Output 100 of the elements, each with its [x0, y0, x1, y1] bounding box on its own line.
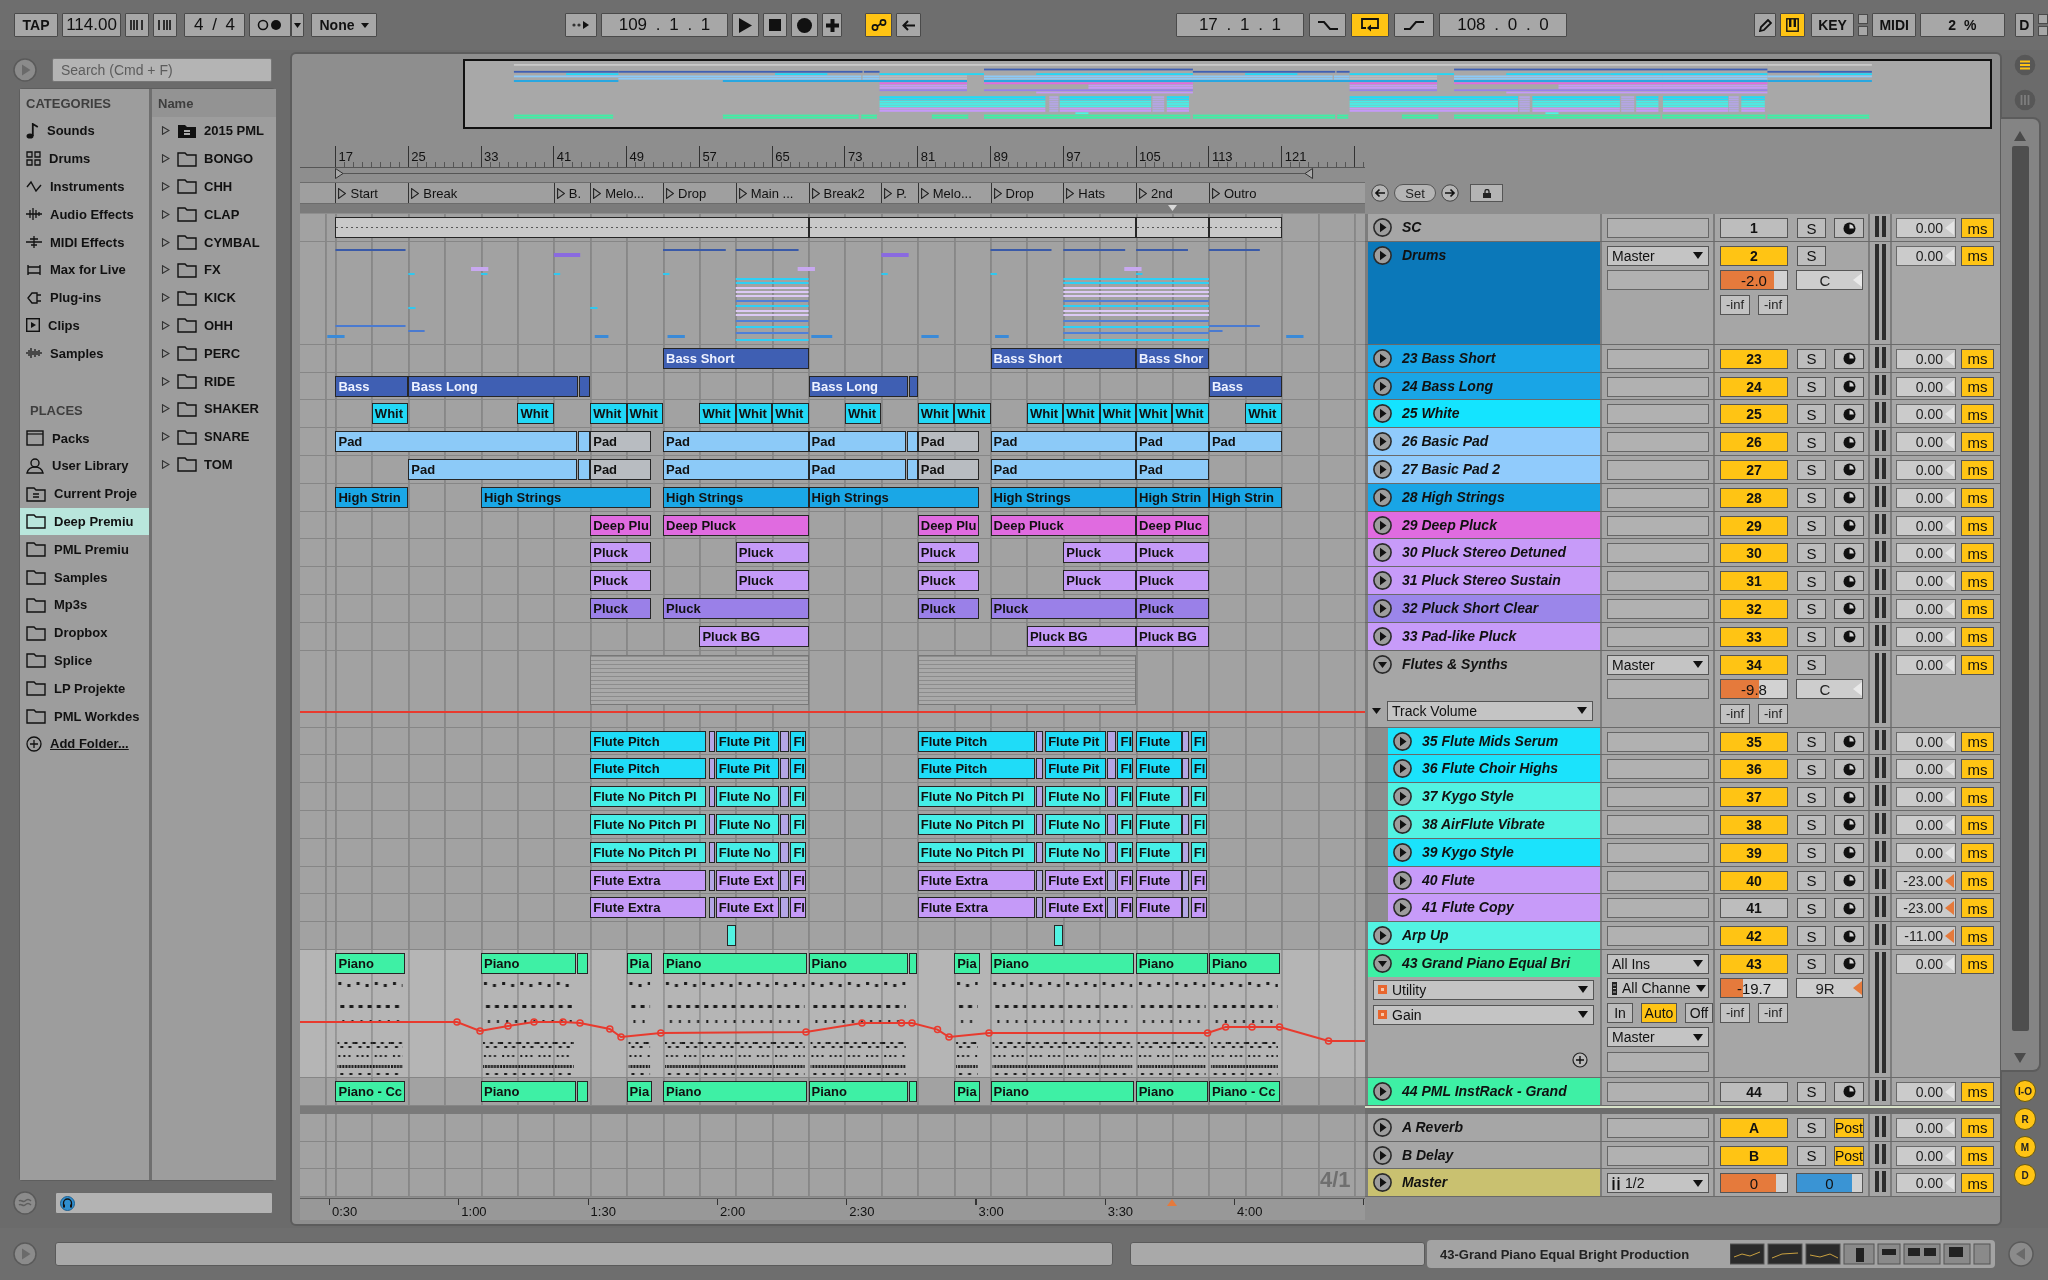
delay-field[interactable]: 0.00 [1896, 1145, 1956, 1166]
delay-unit-button[interactable]: ms [1961, 842, 1994, 863]
clip[interactable]: Whit [1099, 403, 1137, 425]
clip[interactable]: Whit [844, 403, 882, 425]
browser-item[interactable]: Dropbox [20, 618, 149, 647]
browser-item[interactable]: Clips [20, 311, 149, 340]
solo-button[interactable]: S [1797, 842, 1826, 863]
clip[interactable]: Deep Pluck [990, 514, 1137, 536]
arm-button[interactable] [1834, 953, 1864, 974]
time-signature-field[interactable]: 4 / 4 [184, 13, 245, 37]
solo-button[interactable]: S [1797, 1145, 1826, 1166]
locator[interactable]: 2nd [1136, 183, 1209, 203]
triangle-circle-icon[interactable] [1373, 1081, 1392, 1101]
empty-field[interactable] [1607, 842, 1709, 863]
empty-field[interactable] [1607, 1081, 1709, 1102]
clip[interactable]: Fl [790, 813, 806, 835]
empty-field[interactable] [1607, 926, 1709, 947]
track-title-bar[interactable]: 38 AirFlute Vibrate [1388, 810, 1600, 838]
clip[interactable]: Flute Ext [1045, 869, 1107, 891]
midi-map-button[interactable]: MIDI [1872, 13, 1917, 37]
clip[interactable] [1182, 758, 1189, 780]
clip[interactable]: Flute No [715, 841, 780, 863]
expand-triangle-icon[interactable] [161, 320, 170, 330]
clip[interactable] [808, 217, 1137, 238]
expand-triangle-icon[interactable] [161, 459, 170, 469]
track-title-bar[interactable]: 35 Flute Mids Serum [1388, 727, 1600, 755]
clip[interactable]: Flute [1136, 869, 1182, 891]
arm-button[interactable] [1834, 487, 1864, 508]
delay-field[interactable]: 0.00 [1896, 432, 1956, 453]
clip[interactable]: High Strings [663, 486, 809, 508]
expand-triangle-icon[interactable] [161, 376, 170, 386]
monitor-button[interactable]: In [1607, 1002, 1633, 1023]
triangle-circle-icon[interactable] [1373, 404, 1392, 424]
clip[interactable] [909, 952, 917, 974]
empty-field[interactable] [1607, 759, 1709, 780]
triangle-circle-icon[interactable] [1373, 1173, 1392, 1193]
clip[interactable] [1182, 786, 1189, 808]
solo-button[interactable]: S [1797, 787, 1826, 808]
delay-unit-button[interactable]: ms [1961, 759, 1994, 780]
loop-button[interactable] [1351, 13, 1389, 37]
delay-unit-button[interactable]: ms [1961, 404, 1994, 425]
clip[interactable]: Flute No Pitch Pl [590, 813, 706, 835]
empty-field[interactable] [1607, 787, 1709, 808]
expand-triangle-icon[interactable] [161, 182, 170, 191]
clip[interactable] [780, 897, 789, 919]
empty-field[interactable] [1607, 731, 1709, 752]
solo-button[interactable]: S [1797, 759, 1826, 780]
output-chooser[interactable]: Master [1607, 245, 1709, 266]
triangle-circle-icon[interactable] [1373, 571, 1392, 591]
track-activator[interactable]: 26 [1720, 432, 1788, 453]
browser-item[interactable]: Mp3s [20, 590, 149, 619]
empty-field[interactable] [1607, 679, 1709, 700]
delay-unit-button[interactable]: ms [1961, 926, 1994, 947]
arm-button[interactable] [1834, 348, 1864, 369]
clip[interactable]: Bass Short [990, 347, 1137, 369]
clip[interactable] [1036, 730, 1044, 752]
expand-triangle-icon[interactable] [161, 293, 170, 303]
clip[interactable] [1036, 841, 1044, 863]
monitor-button[interactable]: Off [1685, 1002, 1713, 1023]
clip[interactable]: Flute [1136, 813, 1182, 835]
solo-button[interactable]: S [1797, 953, 1826, 974]
solo-button[interactable]: S [1797, 870, 1826, 891]
solo-button[interactable]: S [1797, 432, 1826, 453]
clip[interactable] [1107, 813, 1117, 835]
clip[interactable] [780, 786, 789, 808]
record-button[interactable] [791, 13, 818, 37]
empty-field[interactable] [1607, 870, 1709, 891]
clip[interactable] [1182, 730, 1189, 752]
arm-button[interactable] [1834, 218, 1864, 238]
arm-button[interactable] [1834, 515, 1864, 536]
clip[interactable] [579, 375, 591, 397]
track-activator[interactable]: 43 [1720, 953, 1788, 974]
solo-button[interactable]: S [1797, 814, 1826, 835]
clip[interactable]: Deep Plu [917, 514, 979, 536]
triangle-circle-icon[interactable] [1373, 626, 1392, 646]
delay-unit-button[interactable]: ms [1961, 1173, 1994, 1194]
triangle-circle-icon[interactable] [1373, 654, 1392, 674]
reenable-automation-button[interactable] [896, 13, 921, 37]
delay-unit-button[interactable]: ms [1961, 814, 1994, 835]
headphones-icon[interactable] [60, 1195, 75, 1211]
browser-item[interactable]: Max for Live [20, 256, 149, 284]
triangle-circle-icon[interactable] [1373, 487, 1392, 507]
delay-unit-button[interactable]: ms [1961, 787, 1994, 808]
clip[interactable]: Pad [1136, 431, 1209, 453]
expand-triangle-icon[interactable] [161, 237, 170, 247]
expand-triangle-icon[interactable] [161, 126, 170, 136]
clip[interactable]: High Strings [808, 486, 979, 508]
clip[interactable] [909, 1080, 917, 1102]
clip[interactable] [1107, 786, 1117, 808]
clip[interactable]: Pad [663, 459, 809, 480]
clip[interactable] [1208, 217, 1282, 238]
solo-button[interactable]: S [1797, 487, 1826, 508]
tempo-field[interactable]: 114.00 [62, 13, 121, 37]
output-chooser[interactable]: Master [1607, 1027, 1709, 1048]
automation-chooser[interactable]: Track Volume [1387, 700, 1593, 721]
locator[interactable]: Break [408, 183, 554, 203]
clip[interactable] [1182, 813, 1189, 835]
browser-item[interactable]: PML Workdes [20, 702, 149, 730]
overdub-button[interactable] [822, 13, 842, 37]
clip[interactable]: Flute No [1045, 813, 1107, 835]
